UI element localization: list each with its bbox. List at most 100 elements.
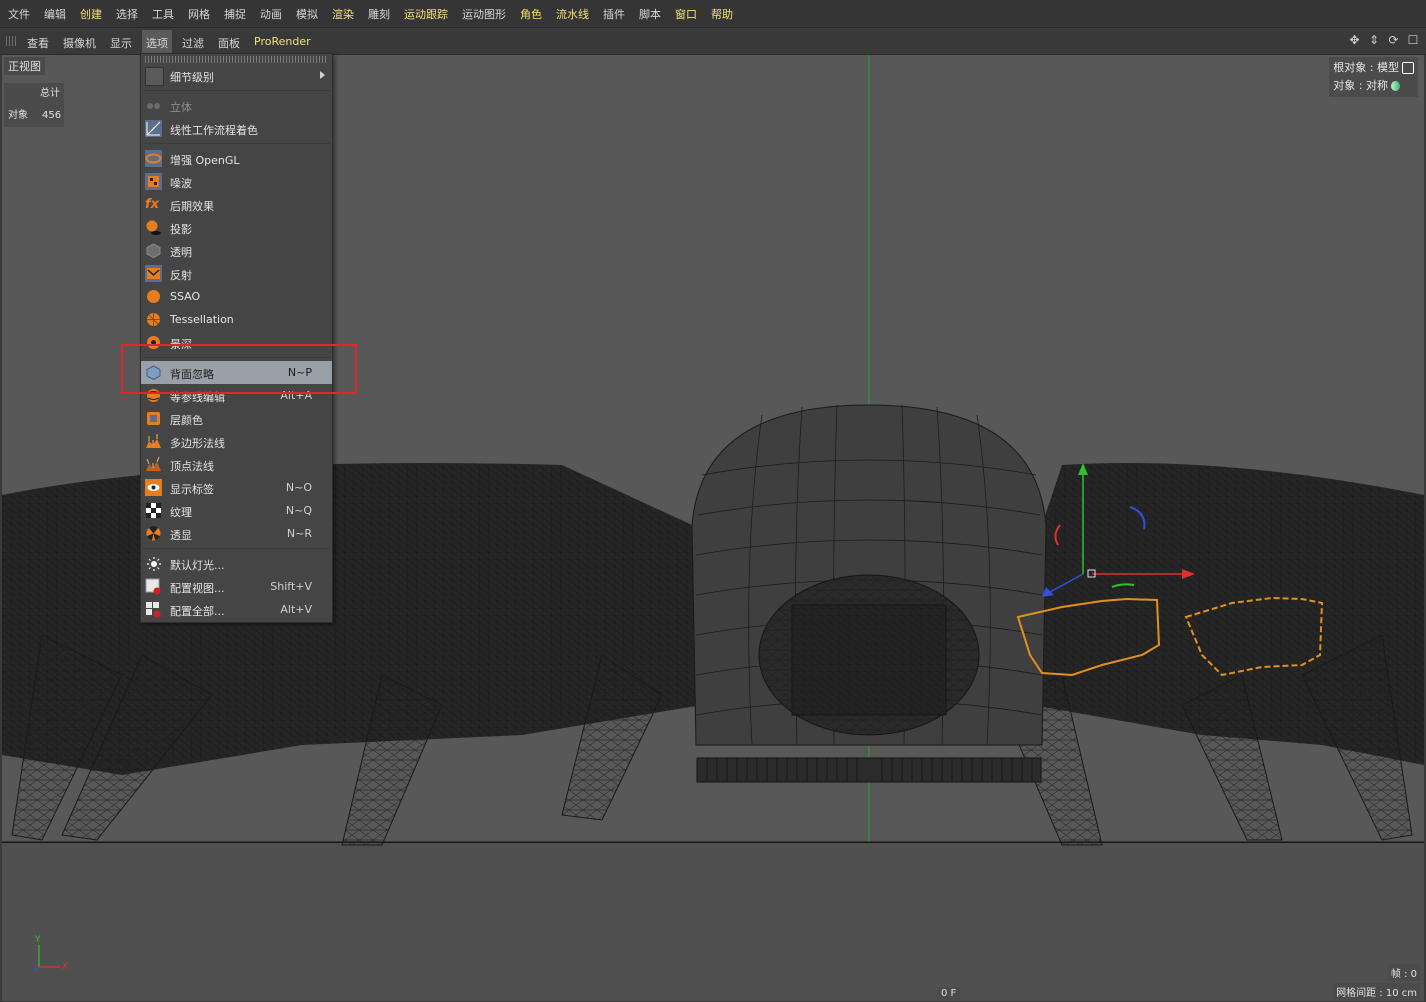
options-dropdown-menu: 细节级别 立体 线性工作流程着色 增强 OpenGL 噪波 fx 后期效果 投影…: [140, 53, 333, 623]
axis-y-label: Y: [35, 935, 41, 945]
menu-item-label: 透明: [170, 246, 192, 259]
ssao-icon: [145, 288, 162, 305]
menu-item-texture[interactable]: 纹理 N~Q: [141, 499, 332, 522]
view-menu-display[interactable]: 显示: [110, 35, 132, 51]
hud-header: 总计: [40, 88, 60, 99]
menu-mograph[interactable]: 运动图形: [462, 6, 506, 22]
axis-x-label: X: [62, 962, 69, 972]
menu-item-detail-level[interactable]: 细节级别: [141, 64, 332, 87]
menu-file[interactable]: 文件: [8, 6, 30, 22]
menu-item-post-effects[interactable]: fx 后期效果: [141, 193, 332, 216]
frame-counter: 0 F: [937, 987, 961, 1000]
view-menu-camera[interactable]: 摄像机: [63, 35, 96, 51]
menu-select[interactable]: 选择: [116, 6, 138, 22]
menu-tools[interactable]: 工具: [152, 6, 174, 22]
menu-item-ssao[interactable]: SSAO: [141, 285, 332, 308]
menu-help[interactable]: 帮助: [711, 6, 733, 22]
menu-item-reflection[interactable]: 反射: [141, 262, 332, 285]
symmetry-object-icon: [1391, 81, 1400, 91]
menu-item-x-ray[interactable]: 透显 N~R: [141, 522, 332, 545]
menu-item-label: 细节级别: [170, 71, 214, 84]
menu-snap[interactable]: 捕捉: [224, 6, 246, 22]
enhanced-opengl-icon: [145, 150, 162, 167]
menu-item-label: 配置视图...: [170, 582, 225, 595]
configure-view-icon: [145, 578, 162, 595]
grid-spacing-label: 网格间距 : 10 cm: [1333, 983, 1420, 1000]
view-menu-filter[interactable]: 过滤: [182, 35, 204, 51]
view-menu-prorender[interactable]: ProRender: [254, 35, 311, 48]
view-menu-panel[interactable]: 面板: [218, 35, 240, 51]
menu-item-shortcut: Shift+V: [270, 580, 312, 593]
object-info-panel: 根对象 : 模型 对象 : 对称: [1329, 57, 1418, 97]
menu-item-stereo[interactable]: 立体: [141, 94, 332, 117]
configure-all-icon: [145, 601, 162, 618]
menu-item-label: 透显: [170, 529, 192, 542]
object-label: 对象 : 对称: [1333, 79, 1388, 92]
menu-separator: [143, 90, 330, 91]
menu-render[interactable]: 渲染: [332, 6, 354, 22]
menu-animate[interactable]: 动画: [260, 6, 282, 22]
menu-window[interactable]: 窗口: [675, 6, 697, 22]
menu-edit[interactable]: 编辑: [44, 6, 66, 22]
menu-item-label: 配置全部...: [170, 605, 225, 618]
menu-mesh[interactable]: 网格: [188, 6, 210, 22]
detail-level-icon: [145, 67, 164, 86]
menu-item-enhanced-opengl[interactable]: 增强 OpenGL: [141, 147, 332, 170]
menu-sculpt[interactable]: 雕刻: [368, 6, 390, 22]
menu-character[interactable]: 角色: [520, 6, 542, 22]
menu-item-configure-all[interactable]: 配置全部... Alt+V: [141, 598, 332, 621]
menu-separator: [143, 548, 330, 549]
menu-item-label: 立体: [170, 101, 192, 114]
vertex-normals-icon: [145, 456, 162, 473]
menu-item-label: Tessellation: [170, 313, 234, 326]
main-menubar: 文件 编辑 创建 选择 工具 网格 捕捉 动画 模拟 渲染 雕刻 运动跟踪 运动…: [0, 0, 1426, 28]
menu-item-default-light[interactable]: 默认灯光...: [141, 552, 332, 575]
post-effects-icon: fx: [145, 197, 160, 212]
menu-plugins[interactable]: 插件: [603, 6, 625, 22]
hud-row-label: 对象: [8, 110, 28, 121]
menu-item-noise[interactable]: 噪波: [141, 170, 332, 193]
viewport-name[interactable]: 正视图: [4, 57, 45, 75]
frame-label: 帧 : 0: [1387, 964, 1420, 981]
polygon-normals-icon: [145, 433, 162, 450]
menu-motion-tracking[interactable]: 运动跟踪: [404, 6, 448, 22]
menu-simulate[interactable]: 模拟: [296, 6, 318, 22]
viewport-nav-icons: ✥ ⇕ ⟳ ☐: [1346, 33, 1421, 49]
menu-item-label: 默认灯光...: [170, 559, 225, 572]
menu-script[interactable]: 脚本: [639, 6, 661, 22]
x-ray-icon: [145, 525, 162, 542]
menu-item-configure-view[interactable]: 配置视图... Shift+V: [141, 575, 332, 598]
menu-item-label: SSAO: [170, 290, 201, 303]
menu-item-layer-color[interactable]: 层颜色: [141, 407, 332, 430]
menu-item-label: 投影: [170, 223, 192, 236]
transparency-icon: [145, 242, 162, 259]
tear-off-handle[interactable]: [145, 56, 328, 63]
menu-item-polygon-normals[interactable]: 多边形法线: [141, 430, 332, 453]
view-menu-view[interactable]: 查看: [27, 35, 49, 51]
menu-item-label: 纹理: [170, 506, 192, 519]
noise-icon: [145, 173, 162, 190]
menu-item-label: 噪波: [170, 177, 192, 190]
menu-item-vertex-normals[interactable]: 顶点法线: [141, 453, 332, 476]
texture-icon: [145, 502, 162, 519]
menu-item-show-tags[interactable]: 显示标签 N~O: [141, 476, 332, 499]
layer-color-icon: [145, 410, 162, 427]
submenu-arrow-icon: [320, 71, 325, 79]
toolbar-grip-icon[interactable]: [6, 36, 18, 46]
menu-pipeline[interactable]: 流水线: [556, 6, 589, 22]
default-light-icon: [145, 555, 162, 572]
tessellation-icon: [145, 311, 162, 328]
rotate-view-icon[interactable]: ⟳: [1387, 33, 1401, 47]
menu-item-tessellation[interactable]: Tessellation: [141, 308, 332, 331]
menu-item-label: 线性工作流程着色: [170, 124, 258, 137]
menu-item-transparency[interactable]: 透明: [141, 239, 332, 262]
menu-item-label: 后期效果: [170, 200, 214, 213]
root-object-label: 根对象 : 模型: [1333, 61, 1399, 74]
maximize-view-icon[interactable]: ☐: [1406, 33, 1420, 47]
menu-create[interactable]: 创建: [80, 6, 102, 22]
menu-item-linear-workflow[interactable]: 线性工作流程着色: [141, 117, 332, 140]
viewport-toolbar: 查看 摄像机 显示 选项 过滤 面板 ProRender ✥ ⇕ ⟳ ☐: [0, 28, 1426, 56]
zoom-view-icon[interactable]: ⇕: [1367, 33, 1381, 47]
move-view-icon[interactable]: ✥: [1348, 33, 1362, 47]
menu-item-shadow[interactable]: 投影: [141, 216, 332, 239]
